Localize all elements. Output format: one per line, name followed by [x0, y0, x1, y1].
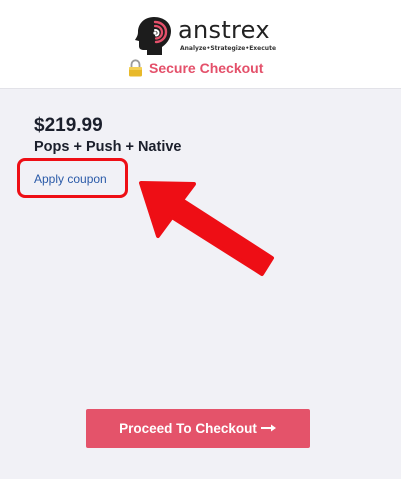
plan-name: Pops + Push + Native	[34, 139, 182, 155]
arrow-right-icon	[260, 421, 277, 436]
brand-logo-mark-icon	[135, 17, 171, 55]
brand-logo[interactable]: anstrex Analyze•Strategize•Execute	[132, 14, 276, 56]
proceed-to-checkout-label: Proceed To Checkout	[119, 421, 257, 436]
plan-price: $219.99	[34, 115, 103, 136]
brand-name: anstrex	[178, 16, 270, 44]
proceed-to-checkout-button[interactable]: Proceed To Checkout	[86, 409, 310, 448]
annotation-arrow-icon	[139, 181, 274, 276]
secure-checkout-label: Secure Checkout	[128, 58, 263, 78]
apply-coupon-link[interactable]: Apply coupon	[34, 172, 107, 186]
lock-icon	[129, 59, 142, 77]
brand-tagline: Analyze•Strategize•Execute	[180, 45, 277, 52]
header: anstrex Analyze•Strategize•Execute Secur…	[0, 0, 401, 89]
checkout-page: anstrex Analyze•Strategize•Execute Secur…	[0, 0, 401, 479]
secure-checkout-text: Secure Checkout	[149, 60, 264, 76]
